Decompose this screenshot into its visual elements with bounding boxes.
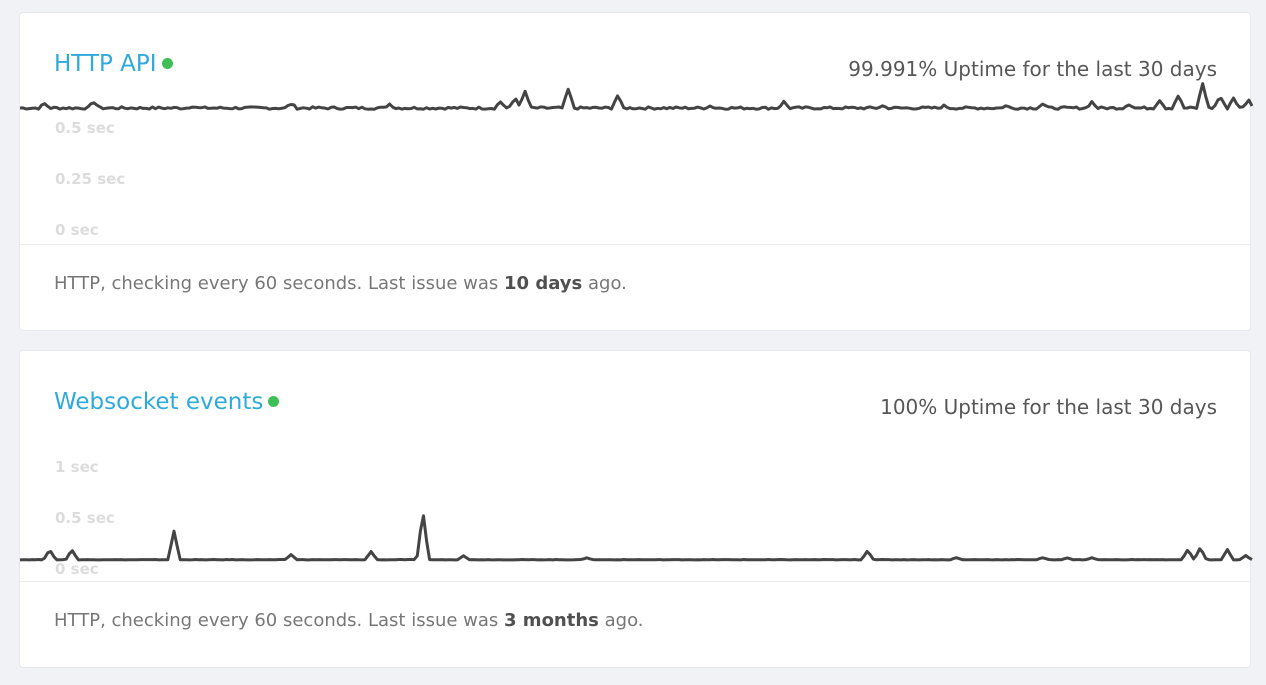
y-axis-label: 1 sec [55,458,99,476]
status-dot-icon [161,58,173,69]
response-time-chart [19,82,1254,111]
last-issue-value: 3 months [504,610,599,631]
uptime-label: 99.991% Uptime for the last 30 days [848,57,1217,81]
monitor-title[interactable]: Websocket events [54,389,280,415]
monitor-footer: HTTP, checking every 60 seconds. Last is… [54,610,644,631]
y-axis-label: 0 sec [55,560,99,578]
footer-suffix: ago. [582,273,627,294]
y-axis-label: 0.25 sec [55,170,126,188]
footer-text: HTTP, checking every 60 seconds. Last is… [54,610,505,631]
monitor-name[interactable]: HTTP API [54,51,157,77]
last-issue-value: 10 days [504,273,583,294]
monitor-card-http-api: HTTP API 99.991% Uptime for the last 30 … [19,12,1254,331]
monitor-footer: HTTP, checking every 60 seconds. Last is… [54,273,627,294]
footer-suffix: ago. [598,610,644,631]
uptime-label: 100% Uptime for the last 30 days [880,395,1217,419]
monitor-title[interactable]: HTTP API [54,53,173,76]
response-time-chart [19,514,1253,562]
monitor-name[interactable]: Websocket events [54,389,263,415]
status-dot-icon [268,396,280,407]
response-time-line [19,82,1254,111]
y-axis-label: 0 sec [55,221,99,239]
response-time-line [19,514,1253,562]
divider [20,244,1250,245]
footer-text: HTTP, checking every 60 seconds. Last is… [54,273,505,294]
divider [20,581,1250,582]
monitor-card-websocket-events: Websocket events 100% Uptime for the las… [19,350,1253,668]
